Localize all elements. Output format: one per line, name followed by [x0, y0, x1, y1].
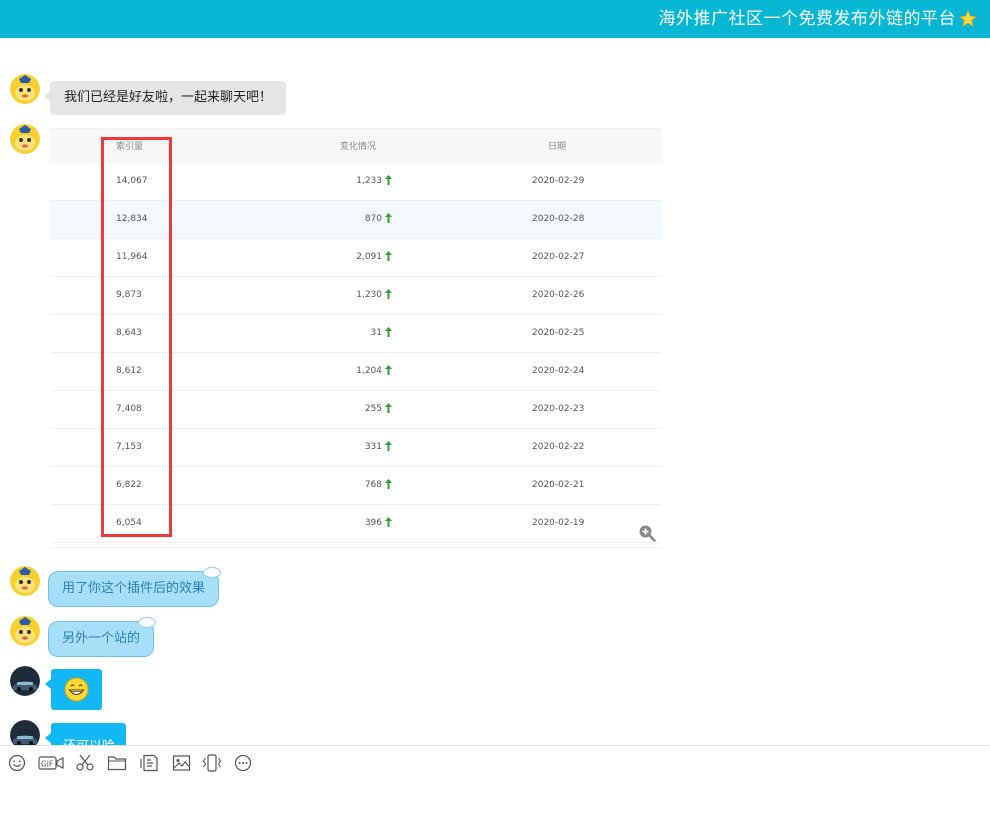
change-value: 255: [364, 404, 382, 414]
date-value: 2020-02-23: [532, 404, 585, 414]
grinning-emoji-icon: [64, 677, 89, 702]
change-value: 870: [364, 214, 382, 224]
red-highlight-box: [101, 137, 172, 537]
column-header: 日期: [548, 142, 567, 152]
arrow-up-icon: [385, 175, 392, 185]
message-text: 还可以哈: [63, 735, 115, 745]
emoji-message-bubble: [45, 669, 102, 710]
vibrate-icon[interactable]: [202, 754, 222, 774]
arrow-up-icon: [385, 213, 392, 223]
column-header: 变化情况: [340, 142, 377, 152]
image-shake-icon[interactable]: [140, 754, 160, 774]
arrow-up-icon: [385, 251, 392, 261]
image-icon[interactable]: [172, 754, 192, 774]
date-value: 2020-02-27: [532, 252, 585, 262]
change-value: 2,091: [356, 252, 382, 262]
message-bubble: 还可以哈: [45, 723, 126, 745]
date-value: 2020-02-22: [532, 442, 585, 452]
star-icon[interactable]: [959, 10, 977, 28]
message-text: 用了你这个插件后的效果: [62, 581, 206, 596]
scissors-icon[interactable]: [75, 754, 95, 774]
arrow-up-icon: [385, 365, 392, 375]
arrow-up-icon: [385, 403, 392, 413]
bubble-decoration: [203, 567, 222, 578]
message-bubble: 用了你这个插件后的效果: [48, 567, 222, 607]
date-value: 2020-02-28: [532, 214, 585, 224]
contact-avatar[interactable]: [10, 566, 40, 596]
smile-icon[interactable]: [8, 754, 28, 774]
message-text: 我们已经是好友啦，一起来聊天吧！: [64, 90, 273, 105]
date-value: 2020-02-25: [532, 328, 585, 338]
gif-icon[interactable]: GIF: [38, 754, 64, 774]
more-icon[interactable]: [234, 754, 254, 774]
change-value: 768: [364, 480, 382, 490]
date-value: 2020-02-26: [532, 290, 585, 300]
arrow-up-icon: [385, 441, 392, 451]
change-value: 1,204: [356, 366, 382, 376]
arrow-up-icon: [385, 327, 392, 337]
date-value: 2020-02-19: [532, 518, 585, 528]
message-text: 另外一个站的: [62, 631, 141, 646]
title-bar: 海外推广社区一个免费发布外链的平台: [0, 0, 990, 38]
change-value: 396: [364, 518, 382, 528]
change-value: 1,233: [356, 176, 382, 186]
arrow-up-icon: [385, 289, 392, 299]
message-bubble: 我们已经是好友啦，一起来聊天吧！: [43, 81, 287, 115]
change-value: 1,230: [356, 290, 382, 300]
input-toolbar: GIF: [0, 745, 990, 819]
zoom-in-icon[interactable]: [638, 524, 656, 542]
chat-title: 海外推广社区一个免费发布外链的平台: [658, 9, 956, 29]
change-value: 31: [370, 328, 382, 338]
svg-text:GIF: GIF: [41, 760, 53, 769]
contact-avatar[interactable]: [10, 124, 40, 154]
change-value: 331: [364, 442, 382, 452]
user-avatar[interactable]: [10, 666, 40, 696]
user-avatar[interactable]: [10, 720, 40, 745]
contact-avatar[interactable]: [10, 616, 40, 646]
date-value: 2020-02-29: [532, 176, 585, 186]
arrow-up-icon: [385, 517, 392, 527]
image-message-table[interactable]: 索引量 变化情况 日期 14,067 1,233 2020-02-29 12,8…: [50, 128, 662, 548]
contact-avatar[interactable]: [10, 74, 40, 104]
bubble-decoration: [138, 617, 157, 628]
date-value: 2020-02-24: [532, 366, 585, 376]
date-value: 2020-02-21: [532, 480, 585, 490]
message-area[interactable]: 我们已经是好友啦，一起来聊天吧！ 索引量 变化情况 日期 14,067 1,23…: [0, 38, 990, 745]
folder-icon[interactable]: [107, 754, 127, 774]
arrow-up-icon: [385, 479, 392, 489]
message-bubble: 另外一个站的: [48, 617, 157, 657]
